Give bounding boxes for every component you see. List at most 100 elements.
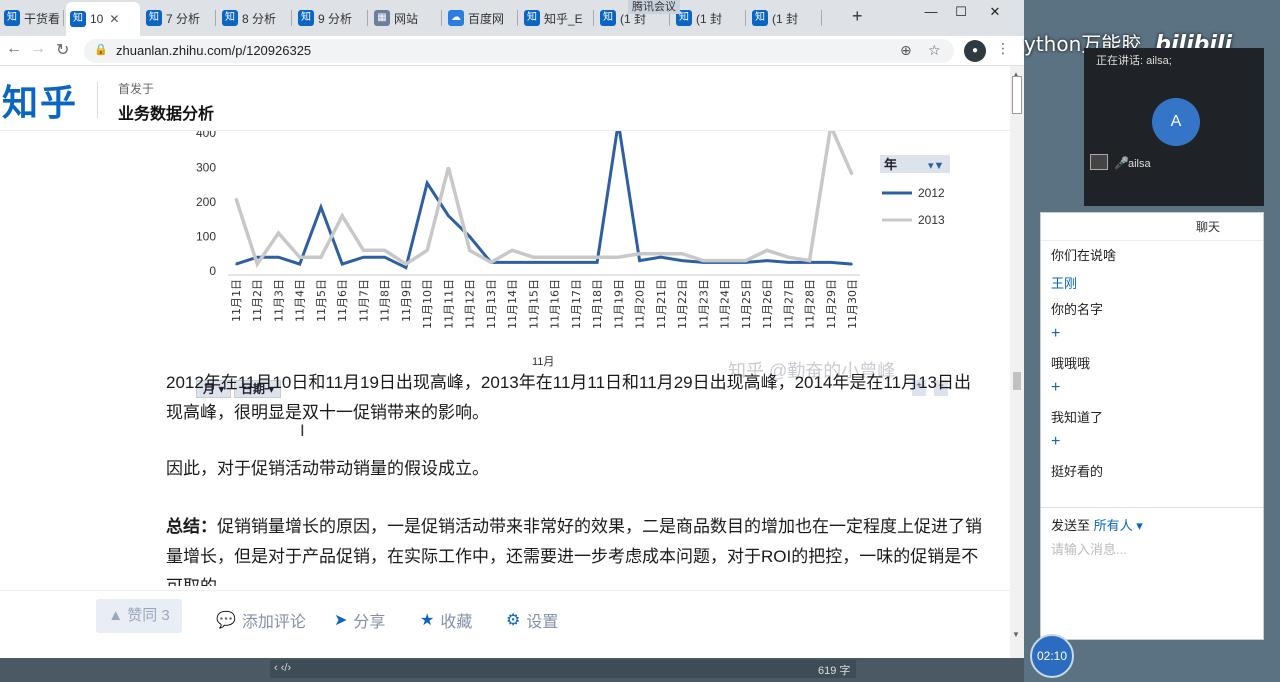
data-point xyxy=(298,256,301,258)
data-point xyxy=(341,215,344,217)
send-to-selector[interactable]: 发送至 所有人 ▾ xyxy=(1051,515,1143,534)
menu-dots-icon[interactable]: ⋮ xyxy=(996,40,1010,57)
y-tick-label: 0 xyxy=(209,264,216,278)
browser-toolbar: ← → ↻ 🔒 zhuanlan.zhihu.com/p/120926325 ⊕… xyxy=(0,36,1024,66)
browser-tab[interactable]: 知知乎_E xyxy=(520,4,594,32)
maximize-button[interactable]: ☐ xyxy=(946,0,976,24)
tab-label: 10 xyxy=(90,12,104,26)
comment-label: 添加评论 xyxy=(241,614,306,631)
x-tick-label: 11月28日 xyxy=(804,279,817,329)
y-axis-ticks: 400 300 200 100 0 xyxy=(196,131,216,278)
x-tick-label: 11月6日 xyxy=(336,279,349,322)
data-point xyxy=(256,263,259,265)
x-tick-label: 11月2日 xyxy=(251,279,264,322)
microphone-icon[interactable]: 🎤 xyxy=(1114,156,1129,170)
tab-label: (1 封 xyxy=(772,11,799,26)
back-arrow-icon[interactable]: ← xyxy=(6,40,22,58)
browser-tab[interactable]: 知 9 分析 xyxy=(294,4,368,32)
data-point xyxy=(829,261,832,264)
y-tick-label: 400 xyxy=(196,131,216,140)
article-paragraph: 因此，对于促销活动带动销量的假设成立。 xyxy=(166,459,489,478)
x-tick-label: 11月3日 xyxy=(272,279,285,322)
status-nav[interactable]: ‹ ‹/› xyxy=(274,662,291,674)
close-window-button[interactable]: ✕ xyxy=(980,0,1010,24)
zhihu-favicon-icon: 知 xyxy=(70,11,86,27)
x-tick-label: 11月13日 xyxy=(485,279,498,329)
x-axis-label: 11月 xyxy=(532,356,555,368)
bookmark-star-icon[interactable]: ☆ xyxy=(928,42,941,59)
data-point xyxy=(362,249,365,252)
data-point xyxy=(532,261,535,264)
x-tick-label: 11月10日 xyxy=(421,279,434,329)
tab-label: 知乎_E xyxy=(544,11,583,26)
data-point xyxy=(405,266,407,269)
send-to-value[interactable]: 所有人 xyxy=(1094,518,1133,533)
share-button[interactable]: ➤ 分享 xyxy=(334,605,385,635)
settings-label: 设置 xyxy=(526,614,559,631)
side-nav-widget[interactable] xyxy=(1012,76,1022,114)
tab-divider xyxy=(215,10,216,26)
comment-icon: 💬 xyxy=(216,612,236,629)
zoom-icon[interactable]: ⊕ xyxy=(900,42,912,59)
x-tick-label: 11月22日 xyxy=(676,279,689,329)
browser-tab[interactable]: 知干货看 xyxy=(0,4,64,32)
website-favicon-icon: ▦ xyxy=(374,10,390,26)
zhihu-favicon-icon: 知 xyxy=(524,10,540,26)
new-tab-button[interactable]: + xyxy=(852,6,863,27)
reload-icon[interactable]: ↻ xyxy=(56,40,69,60)
data-point xyxy=(320,206,322,208)
x-tick-label: 11月24日 xyxy=(719,279,732,329)
x-tick-label: 11月21日 xyxy=(655,279,668,329)
browser-tab[interactable]: 知 7 分析 xyxy=(142,4,216,32)
chat-message: 哦哦哦 xyxy=(1051,356,1091,371)
filter-icon[interactable]: ▾▼ xyxy=(928,160,944,172)
data-point xyxy=(744,259,747,262)
scroll-thumb[interactable] xyxy=(1013,372,1021,390)
browser-tab[interactable]: 知 (1 封 xyxy=(672,4,746,32)
data-point xyxy=(766,259,768,262)
y-tick-label: 100 xyxy=(196,230,216,244)
settings-button[interactable]: ⚙ 设置 xyxy=(506,605,558,635)
x-tick-label: 11月20日 xyxy=(634,279,647,329)
data-point xyxy=(638,252,641,255)
lock-icon: 🔒 xyxy=(94,44,108,56)
minimize-button[interactable]: — xyxy=(916,0,946,24)
data-point xyxy=(298,263,301,265)
browser-tab[interactable]: ▦ 网站 xyxy=(370,4,442,32)
upvote-button[interactable]: ▲ 赞同 3 xyxy=(96,599,182,633)
url-text[interactable]: zhuanlan.zhihu.com/p/120926325 xyxy=(116,43,311,58)
comment-button[interactable]: 💬 添加评论 xyxy=(216,605,306,635)
tab-label: (1 封 xyxy=(696,11,723,26)
tab-divider xyxy=(291,10,292,26)
article-summary: 总结：促销销量增长的原因，一是促销活动带来非常好的效果，二是商品数目的增加也在一… xyxy=(166,512,986,586)
chat-input[interactable]: 请输入消息... xyxy=(1051,539,1127,558)
address-bar[interactable]: 🔒 zhuanlan.zhihu.com/p/120926325 ⊕ ☆ xyxy=(84,39,954,63)
send-to-label: 发送至 xyxy=(1051,518,1091,533)
x-tick-label: 11月30日 xyxy=(846,279,859,329)
participant-name: ailsa xyxy=(1128,158,1151,170)
scroll-down-icon[interactable]: ▼ xyxy=(1012,630,1020,639)
article-action-bar: ▲ 赞同 3 💬 添加评论 ➤ 分享 ★ 收藏 ⚙ 设置 xyxy=(0,590,1010,658)
browser-tab[interactable]: 知 (1 封 xyxy=(748,4,822,32)
column-title[interactable]: 业务数据分析 xyxy=(118,100,214,124)
data-point xyxy=(362,256,365,258)
zhihu-logo[interactable]: 知乎 xyxy=(2,74,78,126)
data-point xyxy=(681,259,683,262)
close-tab-icon[interactable]: ✕ xyxy=(109,12,119,26)
profile-avatar[interactable]: ● xyxy=(964,40,986,62)
zhihu-favicon-icon: 知 xyxy=(222,10,238,26)
screen-thumbnail-icon[interactable] xyxy=(1090,154,1108,170)
browser-tab[interactable]: ☁ 百度网 xyxy=(444,4,518,32)
browser-tab-active[interactable]: 知 10 ✕ xyxy=(66,2,140,36)
tab-divider xyxy=(593,10,594,26)
summary-label: 总结： xyxy=(166,517,217,536)
data-point xyxy=(277,232,280,234)
collect-button[interactable]: ★ 收藏 xyxy=(420,605,472,635)
page-scrollbar[interactable]: ▲ ▼ xyxy=(1010,66,1024,658)
browser-tab[interactable]: 知 8 分析 xyxy=(218,4,292,32)
data-point xyxy=(638,259,641,262)
forward-arrow-icon[interactable]: → xyxy=(30,40,46,58)
tab-label: 7 分析 xyxy=(166,11,201,26)
x-tick-label: 11月23日 xyxy=(697,279,710,329)
data-point xyxy=(320,256,322,258)
